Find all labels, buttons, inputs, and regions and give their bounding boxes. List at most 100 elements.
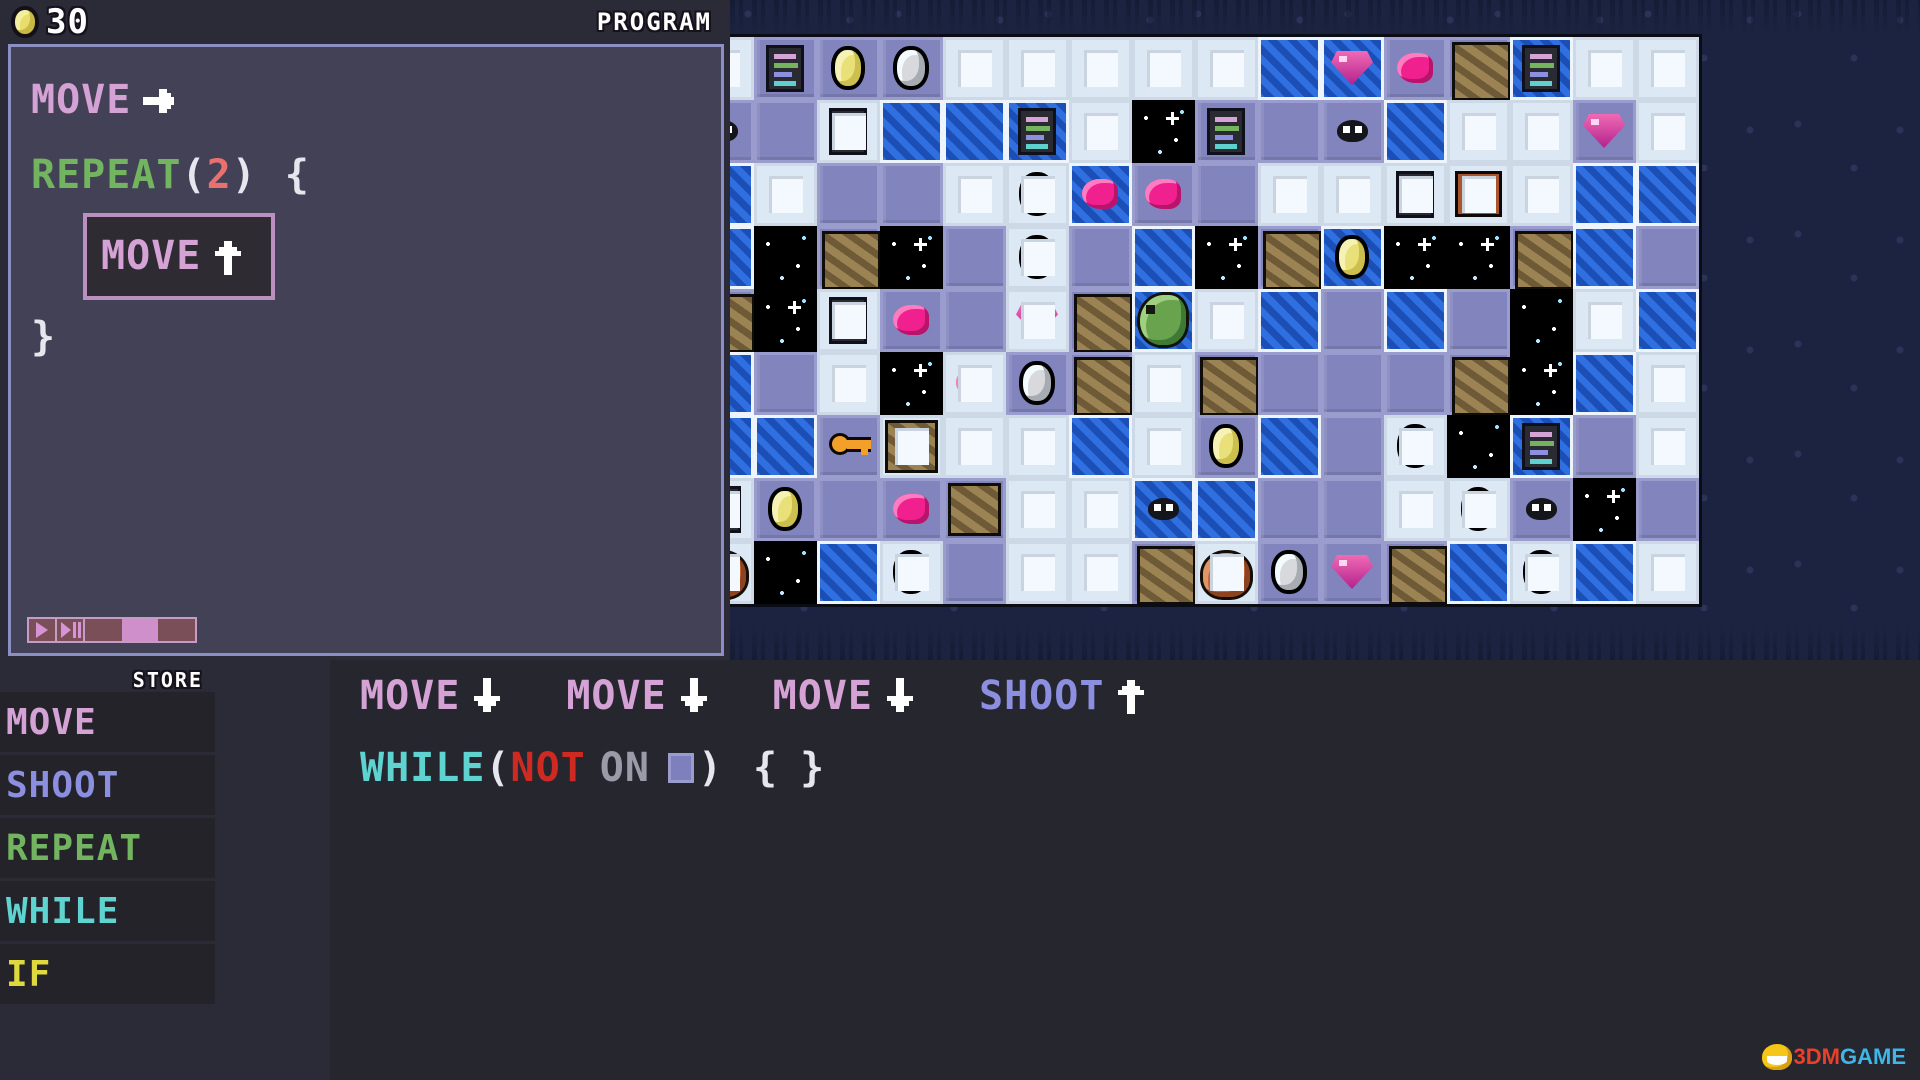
board-tile[interactable] (754, 478, 817, 541)
board-tile[interactable] (1069, 289, 1132, 352)
board-tile[interactable] (1132, 100, 1195, 163)
board-tile[interactable] (1321, 478, 1384, 541)
board-tile[interactable] (1195, 163, 1258, 226)
board-tile[interactable] (754, 352, 817, 415)
board-tile[interactable] (1195, 226, 1258, 289)
board-tile[interactable] (1573, 163, 1636, 226)
board-tile[interactable] (1573, 37, 1636, 100)
board-tile[interactable] (1384, 37, 1447, 100)
board-tile[interactable] (1132, 289, 1195, 352)
board-tile[interactable] (943, 352, 1006, 415)
store-item-repeat[interactable]: REPEAT (0, 818, 215, 878)
board-tile[interactable] (1132, 37, 1195, 100)
board-tile[interactable] (730, 541, 754, 604)
speed-segment[interactable] (158, 619, 196, 641)
while-statement[interactable]: WHILE ( NOT ON ) { } (360, 745, 825, 791)
board-tile[interactable] (1195, 352, 1258, 415)
game-board[interactable] (730, 34, 1702, 607)
tray-row-while[interactable]: WHILE ( NOT ON ) { } (330, 732, 1920, 804)
board-tile[interactable] (1321, 541, 1384, 604)
board-tile[interactable] (1069, 37, 1132, 100)
board-tile[interactable] (1510, 289, 1573, 352)
board-tile[interactable] (1321, 163, 1384, 226)
board-tile[interactable] (880, 100, 943, 163)
board-tile[interactable] (1258, 163, 1321, 226)
board-tile[interactable] (1447, 541, 1510, 604)
board-tile[interactable] (880, 226, 943, 289)
board-tile[interactable] (1195, 478, 1258, 541)
board-tile[interactable] (880, 415, 943, 478)
board-tile[interactable] (880, 163, 943, 226)
board-tile[interactable] (817, 226, 880, 289)
board-tile[interactable] (1510, 37, 1573, 100)
board-tile[interactable] (754, 415, 817, 478)
board-tile[interactable] (1573, 226, 1636, 289)
board-tile[interactable] (1258, 415, 1321, 478)
board-tile[interactable] (1195, 37, 1258, 100)
board-tile[interactable] (1132, 541, 1195, 604)
program-panel[interactable]: MOVE REPEAT(2) {MOVE} (8, 44, 724, 656)
speed-segment[interactable] (85, 619, 122, 641)
board-tile[interactable] (1069, 478, 1132, 541)
selected-command[interactable]: MOVE (83, 213, 276, 300)
board-tile[interactable] (1636, 163, 1699, 226)
board-tile[interactable] (1636, 37, 1699, 100)
board-tile[interactable] (1069, 352, 1132, 415)
program-line[interactable]: MOVE (31, 213, 711, 300)
board-tile[interactable] (1006, 37, 1069, 100)
board-tile[interactable] (1006, 541, 1069, 604)
board-tile[interactable] (1006, 415, 1069, 478)
board-tile[interactable] (1573, 415, 1636, 478)
tray-command[interactable]: MOVE (773, 673, 927, 719)
board-tile[interactable] (1510, 541, 1573, 604)
board-tile[interactable] (817, 541, 880, 604)
board-tile[interactable] (1384, 415, 1447, 478)
board-tile[interactable] (1258, 289, 1321, 352)
board-tile[interactable] (1636, 478, 1699, 541)
board-tile[interactable] (1069, 163, 1132, 226)
board-tile[interactable] (1384, 289, 1447, 352)
board-tile[interactable] (1384, 226, 1447, 289)
board-tile[interactable] (754, 541, 817, 604)
transport-controls[interactable] (27, 617, 197, 643)
board-tile[interactable] (880, 352, 943, 415)
board-tile[interactable] (880, 289, 943, 352)
store-list[interactable]: MOVE SHOOT REPEAT WHILE IF (0, 692, 215, 1007)
board-tile[interactable] (1258, 37, 1321, 100)
board-tile[interactable] (730, 100, 754, 163)
board-tile[interactable] (1258, 352, 1321, 415)
board-tile[interactable] (817, 100, 880, 163)
board-tile[interactable] (1573, 478, 1636, 541)
board-tile[interactable] (943, 541, 1006, 604)
store-item-shoot[interactable]: SHOOT (0, 755, 215, 815)
board-tile[interactable] (1384, 352, 1447, 415)
step-button[interactable] (57, 619, 85, 641)
board-tile[interactable] (943, 289, 1006, 352)
board-tile[interactable] (817, 289, 880, 352)
speed-segment[interactable] (121, 619, 159, 641)
board-tile[interactable] (730, 37, 754, 100)
board-tile[interactable] (1447, 226, 1510, 289)
board-tile[interactable] (1195, 100, 1258, 163)
board-tile[interactable] (730, 226, 754, 289)
board-tile[interactable] (1006, 163, 1069, 226)
board-tile[interactable] (1510, 100, 1573, 163)
board-tile[interactable] (1636, 100, 1699, 163)
board-tile[interactable] (1573, 541, 1636, 604)
board-tile[interactable] (1258, 226, 1321, 289)
store-item-move[interactable]: MOVE (0, 692, 215, 752)
board-tile[interactable] (754, 100, 817, 163)
board-tile[interactable] (1132, 163, 1195, 226)
board-tile[interactable] (1258, 541, 1321, 604)
board-tile[interactable] (754, 226, 817, 289)
board-tile[interactable] (754, 289, 817, 352)
board-tile[interactable] (754, 37, 817, 100)
board-tile[interactable] (1321, 415, 1384, 478)
board-tile[interactable] (1573, 100, 1636, 163)
board-tile[interactable] (1636, 289, 1699, 352)
board-tile[interactable] (1384, 163, 1447, 226)
board-tile[interactable] (1384, 100, 1447, 163)
board-tile[interactable] (817, 37, 880, 100)
store-item-if[interactable]: IF (0, 944, 215, 1004)
board-tile[interactable] (943, 37, 1006, 100)
